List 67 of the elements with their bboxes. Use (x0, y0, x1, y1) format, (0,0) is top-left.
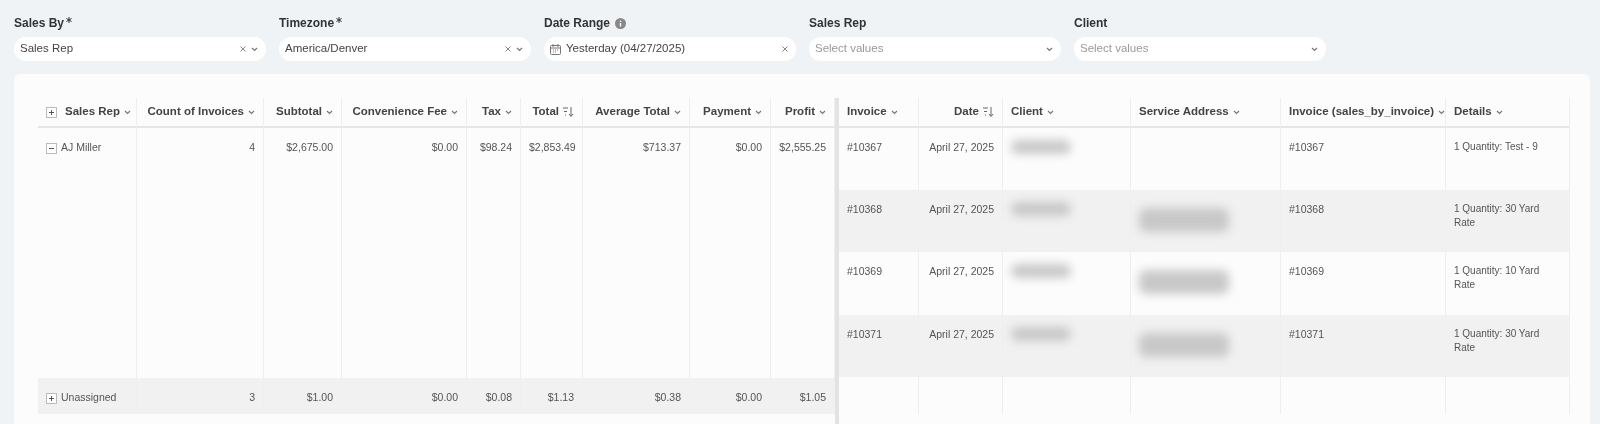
column-header[interactable]: Subtotal (264, 98, 342, 128)
table-cell: $0.00 (690, 378, 771, 414)
column-header[interactable]: Profit (771, 98, 835, 128)
column-header[interactable]: Sales Rep (38, 98, 137, 128)
filter-label: Client (1074, 15, 1108, 32)
chevron-down-icon[interactable] (451, 109, 458, 115)
table-cell: $0.38 (583, 378, 690, 414)
column-header[interactable]: Details (1446, 98, 1570, 128)
filter-label: Date Range (544, 15, 611, 32)
chevron-down-icon[interactable] (251, 46, 258, 52)
column-header[interactable]: Payment (690, 98, 771, 128)
table-cell: April 27, 2025 (919, 315, 1003, 377)
row-label: Unassigned (61, 391, 117, 403)
column-header[interactable]: Invoice (sales_by_invoice) (1281, 98, 1446, 128)
column-header[interactable]: Count of Invoices (137, 98, 264, 128)
expand-icon[interactable] (46, 392, 57, 404)
row-label: AJ Miller (61, 141, 102, 153)
column-header[interactable]: Total (521, 98, 583, 128)
table-cell: 1 Quantity: 30 Yard Rate (1446, 315, 1570, 377)
table-cell: April 27, 2025 (919, 190, 1003, 252)
column-header[interactable]: Invoice (839, 98, 919, 128)
clear-icon[interactable] (782, 46, 788, 52)
table-cell: $0.00 (342, 378, 467, 414)
chevron-down-icon[interactable] (1046, 46, 1053, 52)
filter-label: Timezone (279, 15, 335, 32)
filter-label: Sales By (14, 15, 65, 32)
chevron-down-icon[interactable] (1495, 109, 1503, 115)
table-cell: $0.08 (467, 378, 521, 414)
select-field[interactable]: Sales Rep (14, 37, 266, 61)
chevron-down-icon[interactable] (1046, 109, 1054, 115)
table-cell: #10371 (1281, 315, 1446, 377)
select-field[interactable]: America/Denver (279, 37, 531, 61)
expand-all-icon[interactable] (46, 106, 57, 118)
collapse-icon[interactable] (46, 142, 57, 154)
table-cell: #10368 (839, 190, 919, 252)
table-cell: 1 Quantity: 30 Yard Rate (1446, 190, 1570, 252)
chevron-down-icon[interactable] (674, 109, 681, 115)
table-cell: #10371 (839, 315, 919, 377)
chevron-down-icon[interactable] (755, 109, 762, 115)
sort-icon[interactable] (563, 107, 574, 117)
table-cell: $1.05 (771, 378, 835, 414)
table-cell: 3 (137, 378, 264, 414)
table-cell: $1.13 (521, 378, 583, 414)
clear-icon[interactable] (240, 46, 246, 52)
column-header[interactable]: Tax (467, 98, 521, 128)
chevron-down-icon[interactable] (1311, 46, 1318, 52)
calendar-icon (550, 43, 561, 55)
column-header[interactable]: Convenience Fee (342, 98, 467, 128)
table-cell: #10368 (1281, 190, 1446, 252)
chevron-down-icon[interactable] (819, 109, 826, 115)
chevron-down-icon[interactable] (248, 109, 255, 115)
chevron-down-icon[interactable] (326, 109, 333, 115)
chevron-down-icon[interactable] (890, 109, 898, 115)
sort-icon[interactable] (983, 107, 994, 117)
column-header[interactable]: Service Address (1131, 98, 1281, 128)
chevron-down-icon[interactable] (124, 109, 131, 115)
chevron-down-icon[interactable] (1232, 109, 1240, 115)
column-header[interactable]: Average Total (583, 98, 690, 128)
date-range-field[interactable]: Yesterday (04/27/2025) (544, 37, 796, 61)
table-cell: $1.00 (264, 378, 342, 414)
column-header[interactable]: Date (919, 98, 1003, 128)
chevron-down-icon[interactable] (505, 109, 512, 115)
column-header[interactable]: Client (1003, 98, 1131, 128)
chevron-down-icon[interactable] (516, 46, 523, 52)
clear-icon[interactable] (505, 46, 511, 52)
chevron-down-icon[interactable] (1438, 109, 1446, 115)
filter-label: Sales Rep (809, 15, 867, 32)
